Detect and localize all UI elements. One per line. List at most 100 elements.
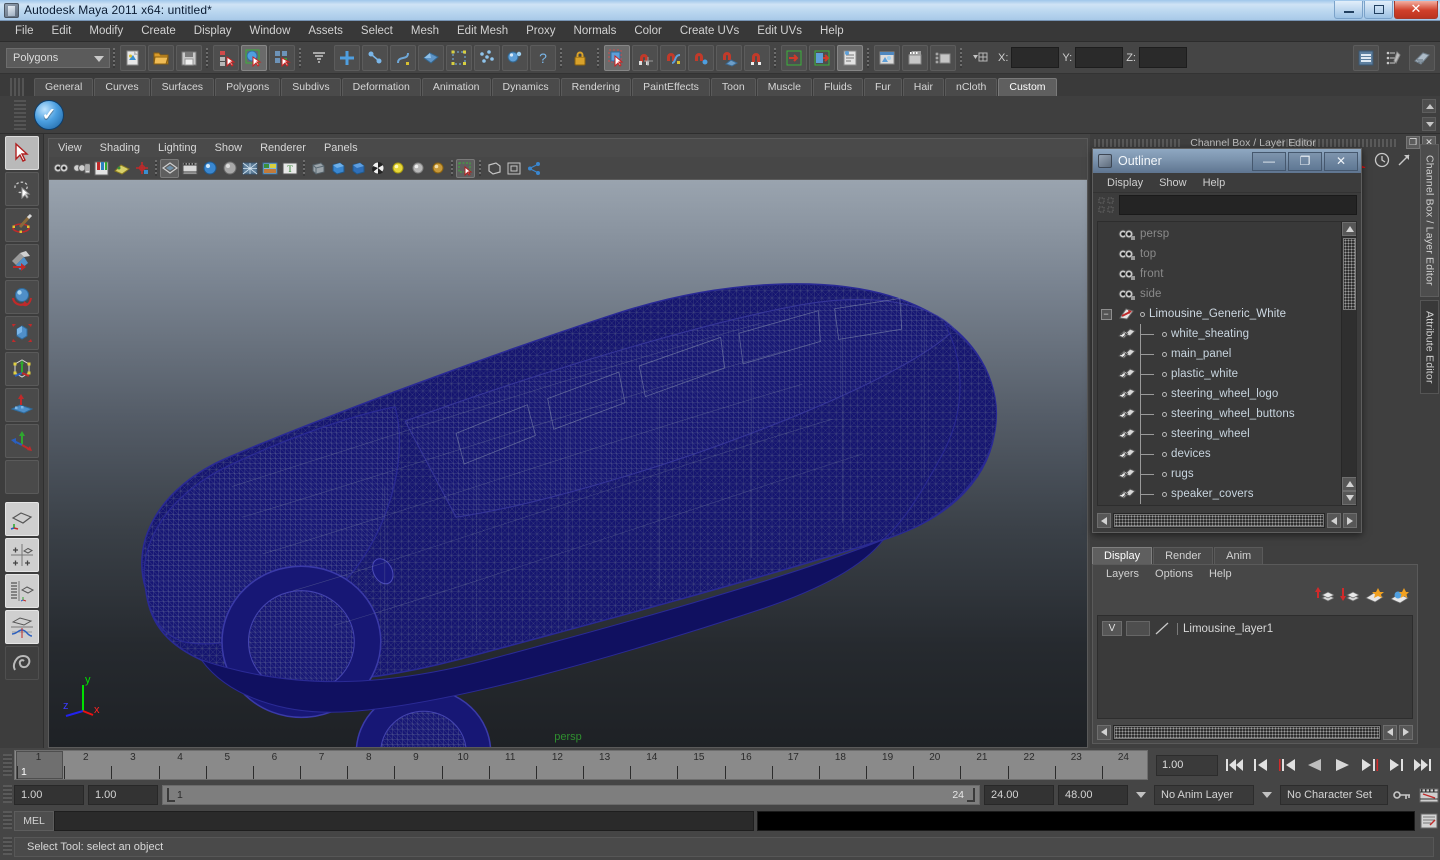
open-scene-button[interactable] — [148, 44, 174, 71]
character-set-dropdown-arrow[interactable] — [1258, 785, 1276, 805]
step-back-frame-button[interactable] — [1277, 754, 1299, 776]
outliner-maximize-button[interactable]: ❐ — [1288, 151, 1322, 171]
range-left-handle[interactable] — [163, 786, 175, 804]
layer-menu-options[interactable]: Options — [1147, 565, 1201, 584]
tool-paint-select[interactable] — [4, 208, 39, 242]
window-maximize-button[interactable] — [1364, 0, 1393, 19]
shelf-tab-general[interactable]: General — [34, 78, 94, 96]
outliner-close-button[interactable]: ✕ — [1324, 151, 1358, 171]
range-slider-grip[interactable] — [3, 785, 12, 803]
select-camera-icon[interactable] — [52, 159, 71, 178]
shelf-tab-muscle[interactable]: Muscle — [756, 78, 812, 96]
tool-last-used[interactable] — [4, 424, 39, 458]
snap-to-plane-button[interactable] — [716, 44, 742, 71]
viewport-menu-shading[interactable]: Shading — [91, 139, 149, 158]
anim-layer-selector[interactable]: No Anim Layer — [1154, 785, 1254, 805]
play-backwards-button[interactable] — [1304, 754, 1326, 776]
hardware-render-icon[interactable] — [368, 159, 387, 178]
shelf-scroll-down-button[interactable] — [1422, 117, 1436, 131]
outliner-hscroll-track[interactable] — [1113, 513, 1325, 528]
go-to-end-button[interactable] — [1412, 754, 1434, 776]
show-hide-attribute-editor-button[interactable] — [1381, 45, 1407, 71]
menu-edit[interactable]: Edit — [43, 21, 81, 42]
outliner-item-steering-wheel-buttons[interactable]: steering_wheel_buttons — [1098, 404, 1340, 424]
tool-rotate[interactable] — [4, 280, 39, 314]
shelf-scroll-up-button[interactable] — [1422, 99, 1436, 113]
select-points-mask-button[interactable] — [362, 44, 388, 71]
shelf-tab-toon[interactable]: Toon — [710, 78, 756, 96]
outliner-item-devices[interactable]: devices — [1098, 444, 1340, 464]
tool-lasso[interactable] — [4, 172, 39, 206]
outliner-item-white-sheating[interactable]: white_sheating — [1098, 324, 1340, 344]
layer-hscroll-right-button-a[interactable] — [1383, 724, 1397, 740]
new-scene-button[interactable] — [120, 44, 146, 71]
animation-start-field[interactable]: 24.00 — [984, 785, 1054, 805]
select-by-object-type-button[interactable] — [241, 44, 267, 71]
shelf-tab-surfaces[interactable]: Surfaces — [150, 78, 215, 96]
outliner-item-steering-wheel-logo[interactable]: steering_wheel_logo — [1098, 384, 1340, 404]
snap-to-point-button[interactable] — [688, 44, 714, 71]
outliner-item-limousine-group[interactable]: − Limousine_Generic_White — [1098, 304, 1340, 324]
playback-start-field[interactable]: 1.00 — [88, 785, 158, 805]
snap-to-grid-button[interactable] — [632, 44, 658, 71]
select-surfaces-mask-button[interactable] — [418, 44, 444, 71]
menu-color[interactable]: Color — [625, 21, 670, 42]
outliner-search-input[interactable] — [1119, 194, 1357, 215]
layout-four-pane[interactable] — [4, 538, 39, 572]
outliner-item-steering-wheel[interactable]: steering_wheel — [1098, 424, 1340, 444]
maya-logo-icon[interactable] — [4, 646, 39, 680]
tool-blank-slot[interactable] — [4, 460, 39, 494]
outliner-scroll-up-button[interactable] — [1342, 222, 1356, 236]
script-editor-button[interactable] — [1418, 811, 1440, 831]
snap-to-view-plane-button[interactable] — [744, 44, 770, 71]
outliner-item-side[interactable]: side — [1098, 284, 1340, 304]
character-set-selector[interactable]: No Character Set — [1280, 785, 1388, 805]
select-curves-mask-button[interactable] — [390, 44, 416, 71]
menu-display[interactable]: Display — [185, 21, 241, 42]
layer-hscroll-track[interactable] — [1113, 724, 1381, 740]
layout-persp-graph[interactable] — [4, 610, 39, 644]
show-hide-channel-box-button[interactable] — [1353, 44, 1379, 71]
menu-create[interactable]: Create — [132, 21, 185, 42]
share-layout-icon[interactable] — [524, 159, 543, 178]
select-handles-mask-button[interactable] — [334, 44, 360, 71]
select-dynamics-mask-button[interactable] — [474, 44, 500, 71]
step-back-key-button[interactable] — [1250, 754, 1272, 776]
menu-select[interactable]: Select — [352, 21, 402, 42]
channelbox-restore-button[interactable]: ❐ — [1406, 136, 1420, 149]
range-right-handle[interactable] — [967, 786, 979, 804]
multi-view-icon[interactable] — [504, 159, 523, 178]
tool-move[interactable] — [4, 244, 39, 278]
layer-list[interactable]: V Limousine_layer1 — [1097, 615, 1413, 719]
select-by-component-type-button[interactable] — [269, 44, 295, 71]
xray-display-icon[interactable] — [308, 159, 327, 178]
z-field[interactable] — [1138, 47, 1187, 68]
layer-menu-layers[interactable]: Layers — [1098, 565, 1147, 584]
render-settings-button[interactable] — [930, 44, 956, 71]
shelf-tab-fluids[interactable]: Fluids — [812, 78, 863, 96]
single-perspective-view-icon[interactable] — [484, 159, 503, 178]
menu-proxy[interactable]: Proxy — [517, 21, 564, 42]
layer-hscroll-left-button[interactable] — [1097, 724, 1111, 740]
outliner-item-persp[interactable]: persp — [1098, 224, 1340, 244]
outliner-hscroll-left-button[interactable] — [1097, 513, 1111, 528]
select-rendering-mask-button[interactable] — [502, 44, 528, 71]
layer-hscroll-right-button-b[interactable] — [1399, 724, 1413, 740]
render-current-frame-button[interactable] — [874, 44, 900, 71]
layer-visibility-toggle[interactable]: V — [1102, 621, 1122, 636]
two-d-pan-zoom-icon[interactable] — [132, 159, 151, 178]
outliner-item-front[interactable]: front — [1098, 264, 1340, 284]
outliner-item-top[interactable]: top — [1098, 244, 1340, 264]
ipr-render-button[interactable] — [902, 44, 928, 71]
select-deformations-mask-button[interactable] — [446, 44, 472, 71]
new-layer-from-selection-icon[interactable] — [1390, 587, 1409, 604]
outliner-scroll-down-button[interactable] — [1342, 491, 1356, 505]
vtab-channel-box-layer-editor[interactable]: Channel Box / Layer Editor — [1420, 144, 1439, 297]
layer-tab-display[interactable]: Display — [1092, 547, 1153, 564]
window-minimize-button[interactable] — [1334, 0, 1363, 19]
layout-outliner-persp[interactable] — [4, 574, 39, 608]
shelf-item-checkmark-icon[interactable] — [34, 99, 64, 130]
menu-modify[interactable]: Modify — [80, 21, 132, 42]
command-input-field[interactable] — [54, 811, 754, 831]
menu-edit-uvs[interactable]: Edit UVs — [748, 21, 811, 42]
